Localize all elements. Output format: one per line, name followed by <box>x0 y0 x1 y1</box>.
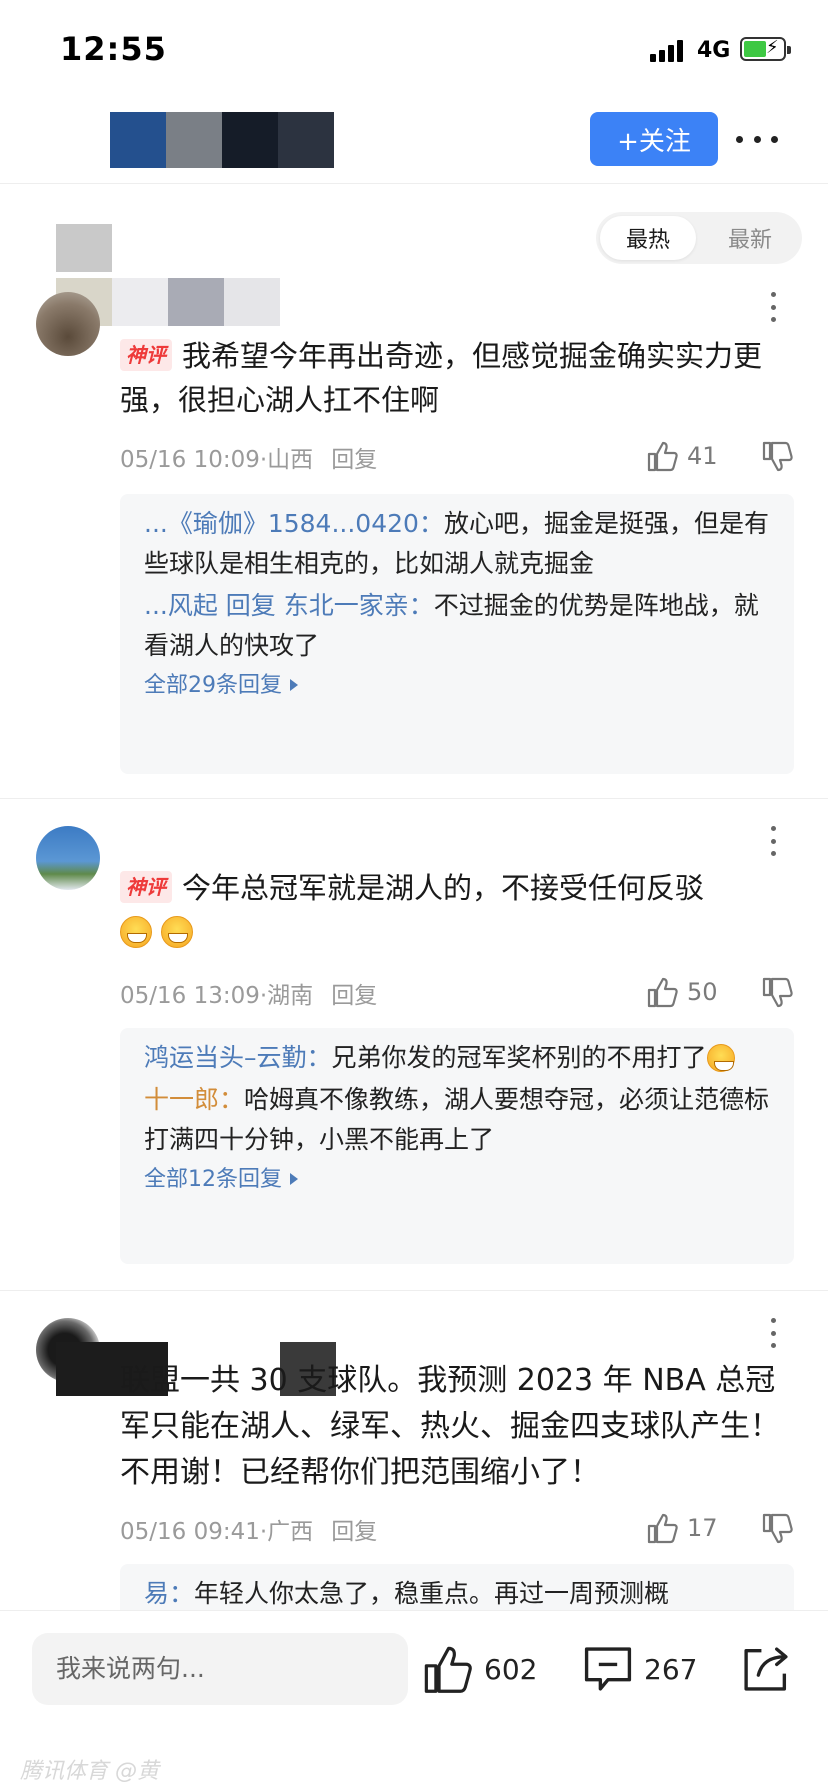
top-comment-badge: 神评 <box>120 339 172 371</box>
tab-newest[interactable]: 最新 <box>702 216 798 260</box>
reply-button[interactable]: 回复 <box>331 447 377 473</box>
avatar[interactable] <box>36 292 100 356</box>
like-button[interactable]: 41 <box>645 438 718 474</box>
share-icon <box>744 1647 788 1691</box>
thumb-down-icon[interactable] <box>760 976 794 1014</box>
like-article-button[interactable]: 602 <box>420 1639 537 1699</box>
comment-text: 神评 今年总冠军就是湖人的，不接受任何反驳 <box>120 866 790 954</box>
sort-tabs: 最热 最新 <box>596 212 802 264</box>
thumb-down-icon[interactable] <box>760 1512 794 1550</box>
like-count: 41 <box>687 442 718 470</box>
avatar[interactable] <box>36 826 100 890</box>
reply-item[interactable]: 易：年轻人你太急了，稳重点。再过一周预测概 <box>144 1574 770 1614</box>
reply-list: ...《瑜伽》1584...0420：放心吧，掘金是挺强，但是有些球队是相生相克… <box>120 494 794 774</box>
comment-meta: 05/16 09:41·广西 回复 <box>120 1512 377 1546</box>
like-button[interactable]: 17 <box>645 1510 718 1546</box>
comments-button[interactable]: 267 <box>582 1639 697 1699</box>
more-icon[interactable] <box>768 1318 778 1348</box>
comment-meta: 05/16 10:09·山西 回复 <box>120 440 377 474</box>
thumb-up-icon <box>647 1513 678 1544</box>
tab-hottest[interactable]: 最热 <box>600 216 696 260</box>
reply-item[interactable]: 鸿运当头–云勤：兄弟你发的冠军奖杯别的不用打了 <box>144 1038 770 1078</box>
reply-item[interactable]: ...《瑜伽》1584...0420：放心吧，掘金是挺强，但是有些球队是相生相克… <box>144 504 770 584</box>
smirk-emoji-icon <box>706 1044 735 1072</box>
grin-emoji-icon <box>161 916 194 948</box>
battery-icon: ⚡ <box>740 37 791 61</box>
comment-meta: 05/16 13:09·湖南 回复 <box>120 976 377 1010</box>
author-avatar-blurred[interactable] <box>110 112 334 168</box>
more-icon[interactable] <box>768 292 778 322</box>
grin-emoji-icon <box>120 916 152 948</box>
comment-text: 神评 我希望今年再出奇迹，但感觉掘金确实实力更强，很担心湖人扛不住啊 <box>120 339 763 417</box>
bottom-bar: 我来说两句... 602 267 腾讯体育 @黄 <box>0 1610 828 1792</box>
reply-author: 易： <box>144 1579 195 1608</box>
reply-author: 十一郎： <box>144 1085 245 1114</box>
article-like-count: 602 <box>484 1652 538 1686</box>
reply-list: 鸿运当头–云勤：兄弟你发的冠军奖杯别的不用打了 十一郎：哈姆真不像教练，湖人要想… <box>120 1028 794 1264</box>
status-time: 12:55 <box>60 30 167 68</box>
comment-text: 联盟一共 30 支球队。我预测 2023 年 NBA 总冠军只能在湖人、绿军、热… <box>120 1363 780 1490</box>
thumb-up-icon <box>424 1646 472 1693</box>
like-count: 50 <box>687 978 718 1006</box>
follow-button[interactable]: +关注 <box>590 112 718 166</box>
thumb-down-icon[interactable] <box>760 440 794 478</box>
comment-icon <box>584 1647 632 1691</box>
comment-input[interactable]: 我来说两句... <box>32 1633 408 1705</box>
network-label: 4G <box>697 38 731 63</box>
reply-item[interactable]: 十一郎：哈姆真不像教练，湖人要想夺冠，必须让范德标打满四十分钟，小黑不能再上了 <box>144 1080 770 1160</box>
thumb-up-icon <box>647 977 678 1008</box>
see-all-replies-link[interactable]: 全部29条回复 <box>144 668 770 704</box>
share-button[interactable] <box>740 1639 802 1699</box>
reply-item[interactable]: ...风起 回复 东北一家亲：不过掘金的优势是阵地战，就看湖人的快攻了 <box>144 586 770 666</box>
comment-count: 267 <box>644 1652 698 1686</box>
reply-author: 鸿运当头–云勤： <box>144 1043 332 1072</box>
watermark: 腾讯体育 @黄 <box>20 1759 159 1784</box>
divider <box>0 1290 828 1291</box>
top-comment-badge: 神评 <box>120 871 172 903</box>
username-blurred <box>56 224 112 272</box>
like-count: 17 <box>687 1514 718 1542</box>
thumb-up-icon <box>647 441 678 472</box>
more-icon[interactable] <box>736 122 778 156</box>
comment-time-location: 05/16 10:09·山西 <box>120 447 314 473</box>
divider <box>0 798 828 799</box>
like-button[interactable]: 50 <box>645 974 718 1010</box>
header: +关注 <box>0 100 828 184</box>
reply-button[interactable]: 回复 <box>331 983 377 1009</box>
reply-button[interactable]: 回复 <box>331 1519 377 1545</box>
more-icon[interactable] <box>768 826 778 856</box>
comment-time-location: 05/16 13:09·湖南 <box>120 983 314 1009</box>
see-all-replies-link[interactable]: 全部12条回复 <box>144 1162 770 1198</box>
signal-icon <box>650 38 690 62</box>
comment-time-location: 05/16 09:41·广西 <box>120 1519 314 1545</box>
reply-author: ...风起 回复 东北一家亲： <box>144 591 434 620</box>
reply-author: ...《瑜伽》1584...0420： <box>144 509 444 538</box>
status-bar: 12:55 4G ⚡ <box>0 0 828 100</box>
